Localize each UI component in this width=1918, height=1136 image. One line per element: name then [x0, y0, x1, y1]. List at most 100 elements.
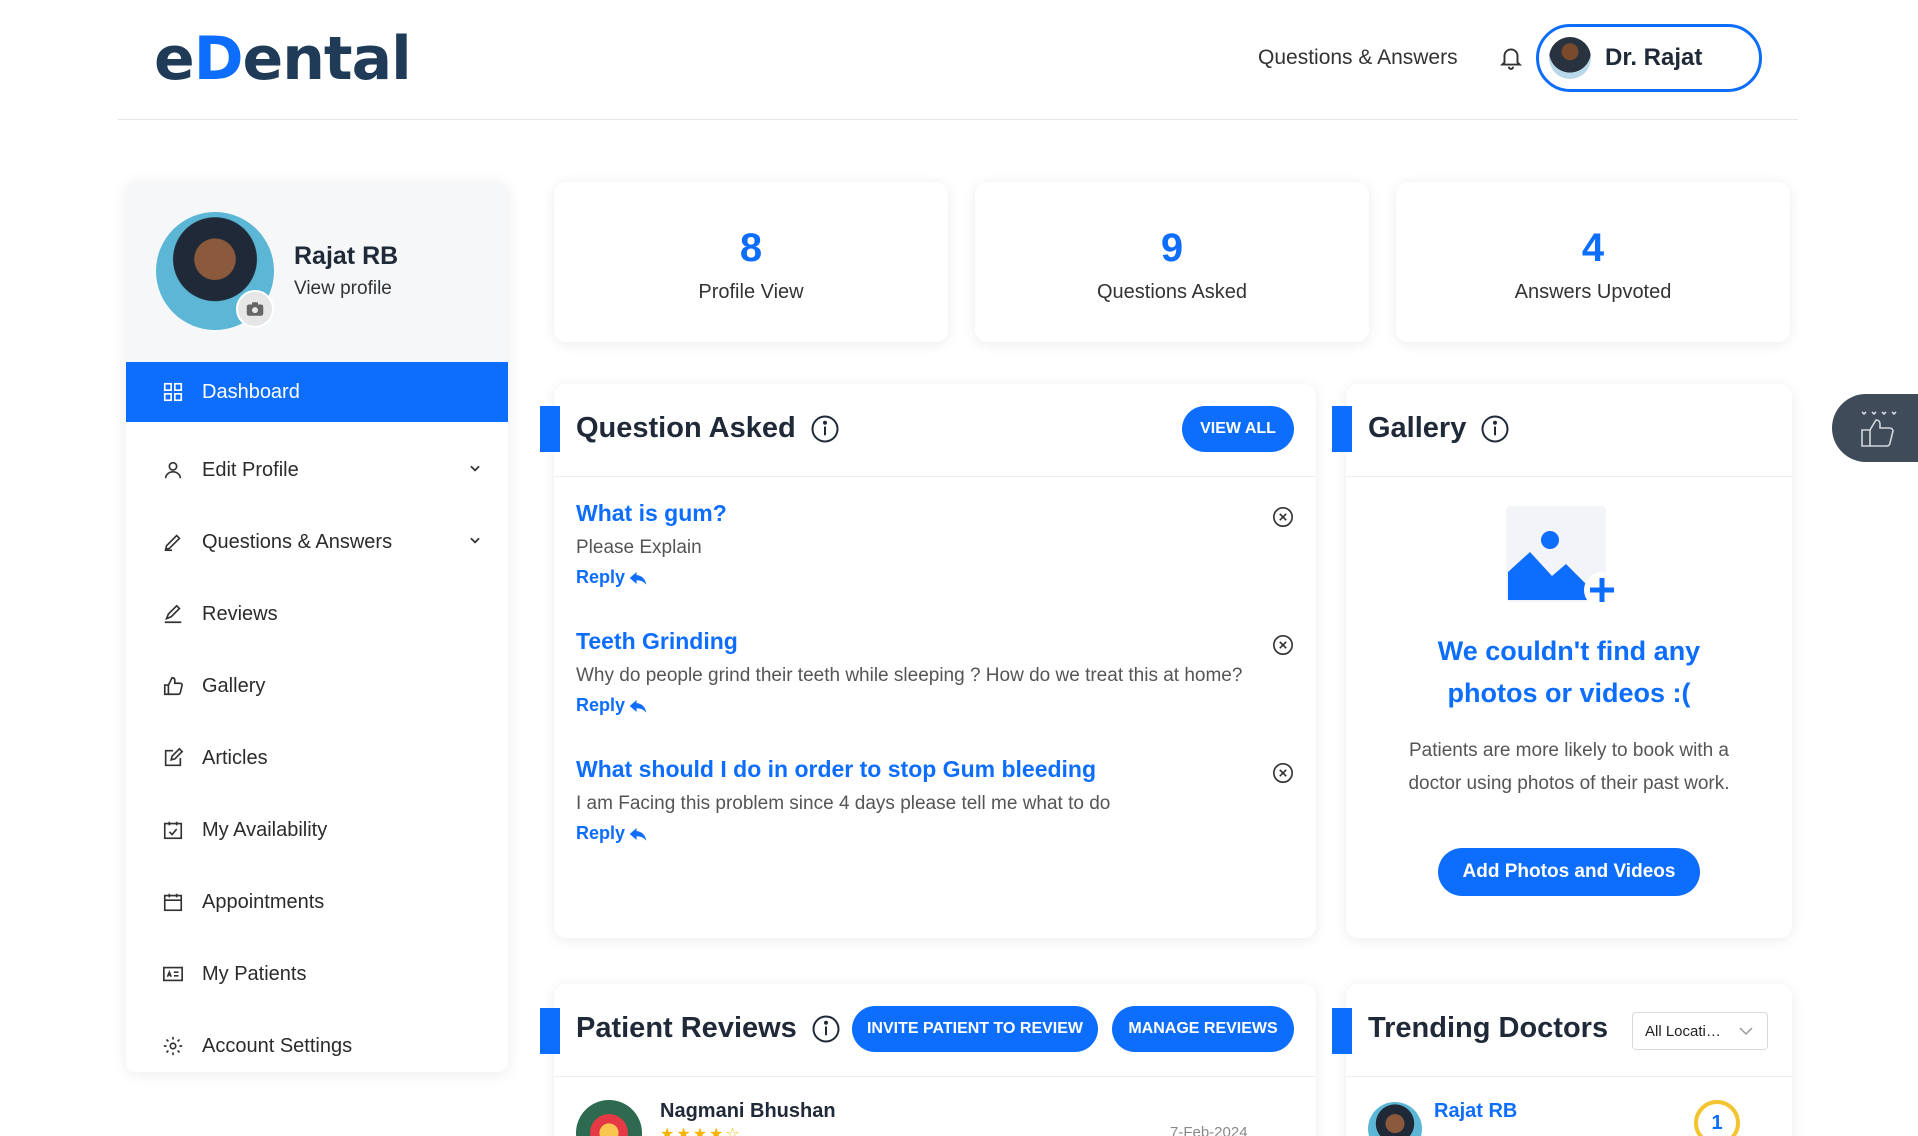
question-title[interactable]: What should I do in order to stop Gum bl…: [576, 756, 1276, 783]
app-root: { "header": { "logo_prefix": "e", "logo_…: [0, 0, 1918, 1136]
trending-doctor-name[interactable]: Rajat RB: [1434, 1100, 1517, 1123]
grid-icon: [163, 382, 183, 402]
question-asked-title: Question Asked: [576, 412, 840, 445]
sidebar-item-account-settings[interactable]: Account Settings: [126, 1010, 508, 1072]
question-item[interactable]: Teeth Grinding Why do people grind their…: [576, 628, 1276, 716]
edental-logo[interactable]: eDental: [154, 24, 412, 94]
gallery-empty-text: Patients are more likely to book with a …: [1408, 740, 1730, 794]
reply-link[interactable]: Reply: [576, 695, 1276, 716]
invite-patient-button[interactable]: INVITE PATIENT TO REVIEW: [852, 1006, 1098, 1052]
stat-value: 8: [739, 226, 763, 270]
calendar-check-icon: [163, 821, 183, 840]
view-profile-link[interactable]: View profile: [294, 278, 392, 300]
user-icon: [164, 461, 182, 479]
close-icon[interactable]: [1272, 762, 1294, 784]
section-accent-bar: [1332, 406, 1352, 452]
stat-card-questions-asked[interactable]: 9 Questions Asked: [975, 182, 1369, 342]
id-card-icon: [163, 966, 183, 982]
camera-icon[interactable]: [236, 290, 274, 328]
sidebar-item-label: Reviews: [202, 602, 278, 625]
chevron-down-icon: [1739, 1027, 1753, 1036]
stat-card-profile-view[interactable]: 8 Profile View: [554, 182, 948, 342]
profile-name: Rajat RB: [294, 242, 399, 270]
reply-icon: [629, 571, 647, 585]
info-icon[interactable]: [1480, 414, 1510, 444]
question-item[interactable]: What should I do in order to stop Gum bl…: [576, 756, 1276, 844]
sidebar-item-label: Dashboard: [202, 380, 300, 403]
sidebar-item-label: Gallery: [202, 674, 266, 697]
view-all-button[interactable]: VIEW ALL: [1182, 406, 1294, 452]
floating-review-tab[interactable]: [1832, 394, 1918, 462]
stat-value: 4: [1581, 226, 1605, 270]
question-desc: Why do people grind their teeth while sl…: [576, 665, 1243, 686]
sidebar-item-dashboard[interactable]: Dashboard: [126, 362, 508, 422]
stat-label: Questions Asked: [1096, 281, 1248, 303]
stat-label: Answers Upvoted: [1514, 281, 1672, 303]
stat-value: 9: [1160, 226, 1184, 270]
sidebar-item-my-patients[interactable]: My Patients: [126, 938, 508, 1010]
divider: [1346, 476, 1792, 477]
sidebar: Rajat RB View profile Dashboard Edit Pro…: [126, 182, 508, 1072]
reply-link[interactable]: Reply: [576, 823, 1276, 844]
sidebar-item-label: My Availability: [202, 818, 328, 841]
profile-header: Rajat RB View profile: [126, 182, 508, 362]
reviewer-name: Nagmani Bhushan: [660, 1100, 836, 1122]
trending-doctors-title: Trending Doctors: [1368, 1012, 1609, 1044]
close-icon[interactable]: [1272, 634, 1294, 656]
user-name: Dr. Rajat: [1605, 44, 1703, 71]
sidebar-item-label: Appointments: [202, 890, 325, 913]
edit-icon: [164, 604, 182, 624]
add-photos-button[interactable]: Add Photos and Videos: [1438, 848, 1700, 896]
chevron-down-icon[interactable]: [468, 533, 482, 547]
add-image-icon[interactable]: [1506, 506, 1622, 610]
sidebar-nav: Dashboard Edit Profile Questions & Answe…: [126, 362, 508, 1072]
star-rating: ★★★★☆: [660, 1126, 742, 1136]
location-select[interactable]: All Locations: [1632, 1012, 1768, 1050]
divider: [1346, 1076, 1792, 1077]
section-accent-bar: [540, 406, 560, 452]
stat-label: Profile View: [698, 281, 804, 303]
sidebar-item-gallery[interactable]: Gallery: [126, 650, 508, 722]
reply-icon: [629, 827, 647, 841]
sidebar-item-questions-answers[interactable]: Questions & Answers: [126, 506, 508, 578]
user-menu-button[interactable]: Dr. Rajat: [1536, 24, 1762, 92]
patient-reviews-title: Patient Reviews: [576, 1012, 841, 1045]
manage-reviews-button[interactable]: MANAGE REVIEWS: [1112, 1006, 1294, 1052]
question-item[interactable]: What is gum? Please Explain Reply: [576, 500, 1276, 588]
question-title[interactable]: Teeth Grinding: [576, 628, 1276, 655]
sidebar-item-label: Questions & Answers: [202, 530, 393, 553]
thumbs-up-rating-icon: [1861, 411, 1897, 447]
edit-square-icon: [164, 747, 184, 767]
divider: [554, 476, 1316, 477]
question-desc: Please Explain: [576, 537, 702, 558]
calendar-icon: [163, 893, 183, 912]
header-qa-link[interactable]: Questions & Answers: [1258, 46, 1458, 70]
sidebar-item-articles[interactable]: Articles: [126, 722, 508, 794]
review-date: 7-Feb-2024: [1170, 1124, 1248, 1136]
gear-icon: [163, 1036, 183, 1056]
info-icon[interactable]: [810, 414, 840, 444]
stat-card-answers-upvoted[interactable]: 4 Answers Upvoted: [1396, 182, 1790, 342]
gallery-title: Gallery: [1368, 412, 1510, 445]
sidebar-item-reviews[interactable]: Reviews: [126, 578, 508, 650]
sidebar-item-my-availability[interactable]: My Availability: [126, 794, 508, 866]
chevron-down-icon[interactable]: [468, 461, 482, 475]
pen-icon: [164, 534, 181, 552]
close-icon[interactable]: [1272, 506, 1294, 528]
sidebar-item-label: Articles: [202, 746, 268, 769]
reply-icon: [629, 699, 647, 713]
gallery-empty-title: We couldn't find any photos or videos :(: [1437, 636, 1701, 708]
question-desc: I am Facing this problem since 4 days pl…: [576, 793, 1111, 814]
bell-icon[interactable]: [1498, 44, 1524, 70]
sidebar-item-appointments[interactable]: Appointments: [126, 866, 508, 938]
section-accent-bar: [540, 1008, 560, 1054]
reply-link[interactable]: Reply: [576, 567, 1276, 588]
sidebar-item-edit-profile[interactable]: Edit Profile: [126, 434, 508, 506]
sidebar-item-label: Edit Profile: [202, 458, 299, 481]
sidebar-item-label: My Patients: [202, 962, 307, 985]
info-icon[interactable]: [811, 1014, 841, 1044]
section-accent-bar: [1332, 1008, 1352, 1054]
avatar: [1549, 37, 1591, 79]
question-title[interactable]: What is gum?: [576, 500, 1276, 527]
sidebar-item-label: Account Settings: [202, 1034, 353, 1057]
